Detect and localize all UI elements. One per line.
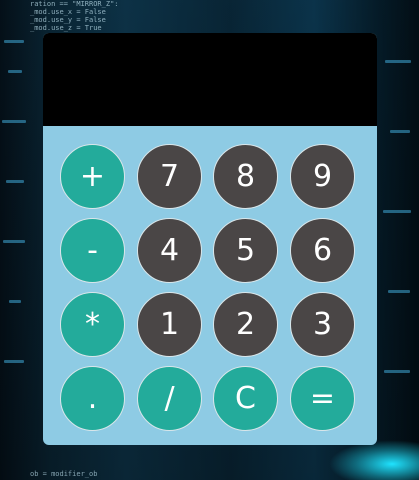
minus-button[interactable]: - — [60, 218, 125, 283]
digit-6-button[interactable]: 6 — [290, 218, 355, 283]
background-code-text-bottom: ob = modifier_ob — [30, 470, 98, 478]
digit-7-button[interactable]: 7 — [137, 144, 202, 209]
clear-button[interactable]: C — [213, 366, 278, 431]
calculator-keypad: + 7 8 9 - 4 5 6 * 1 2 3 . / C = — [43, 126, 377, 445]
background-code-text: ration == "MIRROR_Z": _mod.use_x = False… — [30, 0, 119, 32]
divide-button[interactable]: / — [137, 366, 202, 431]
background-decoration — [390, 130, 410, 133]
background-decoration — [8, 70, 22, 73]
background-decoration — [2, 120, 26, 123]
background-decoration — [383, 210, 411, 213]
background-decoration — [6, 180, 24, 183]
calculator: + 7 8 9 - 4 5 6 * 1 2 3 . / C = — [43, 33, 377, 445]
background-decoration — [385, 60, 411, 63]
background-decoration — [4, 40, 24, 43]
background-decoration — [3, 240, 25, 243]
digit-8-button[interactable]: 8 — [213, 144, 278, 209]
background-decoration — [384, 370, 410, 373]
multiply-button[interactable]: * — [60, 292, 125, 357]
digit-5-button[interactable]: 5 — [213, 218, 278, 283]
digit-2-button[interactable]: 2 — [213, 292, 278, 357]
background-decoration — [9, 300, 21, 303]
digit-9-button[interactable]: 9 — [290, 144, 355, 209]
digit-1-button[interactable]: 1 — [137, 292, 202, 357]
background-glow — [329, 440, 419, 480]
digit-3-button[interactable]: 3 — [290, 292, 355, 357]
background-decoration — [388, 290, 410, 293]
background-decoration — [4, 360, 24, 363]
calculator-display — [43, 33, 377, 126]
decimal-point-button[interactable]: . — [60, 366, 125, 431]
digit-4-button[interactable]: 4 — [137, 218, 202, 283]
equals-button[interactable]: = — [290, 366, 355, 431]
plus-button[interactable]: + — [60, 144, 125, 209]
